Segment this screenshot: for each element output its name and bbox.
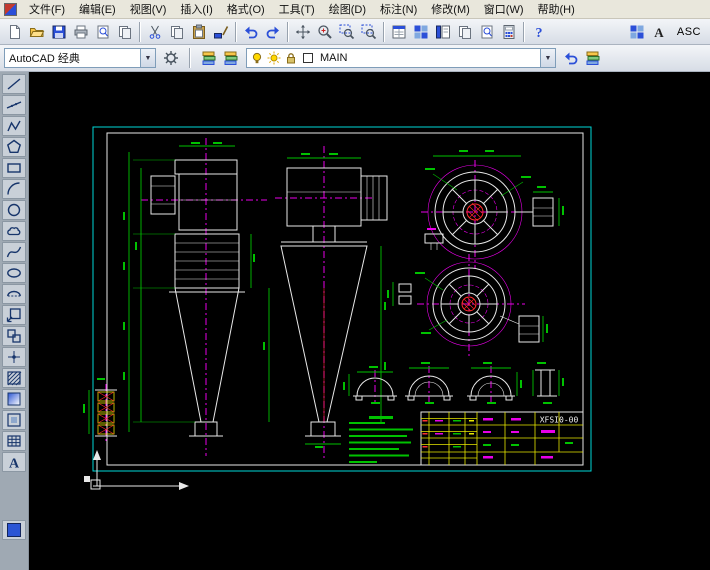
construction-line-icon[interactable] — [2, 95, 26, 115]
workspace-value: AutoCAD 经典 — [9, 53, 80, 65]
design-center-icon[interactable] — [410, 21, 432, 43]
menu-item-1[interactable]: 文件(F) — [22, 0, 72, 19]
rectangle-icon[interactable] — [2, 158, 26, 178]
ellipse-icon[interactable] — [2, 263, 26, 283]
workspace-dropdown-arrow-icon[interactable]: ▼ — [140, 49, 155, 67]
title-block-code: XFSI0-00 — [540, 416, 579, 425]
layer-on-bulb-icon[interactable] — [250, 51, 264, 65]
sheet-set-manager-icon[interactable] — [454, 21, 476, 43]
plot-preview-icon[interactable] — [92, 21, 114, 43]
layer-previous-icon[interactable] — [560, 47, 582, 69]
menu-bar: 文件(F) 编辑(E) 视图(V) 插入(I) 格式(O) 工具(T) 绘图(D) 标注(N)… — [0, 0, 710, 19]
draw-toolbar — [0, 72, 29, 570]
paste-icon[interactable] — [188, 21, 210, 43]
layer-properties-icon[interactable] — [198, 47, 220, 69]
menu-item-4[interactable]: 插入(I) — [173, 0, 219, 19]
menu-item-6[interactable]: 工具(T) — [272, 0, 322, 19]
make-object-layer-current-icon[interactable] — [582, 47, 604, 69]
workspace-dropdown[interactable]: AutoCAD 经典 ▼ — [4, 48, 156, 68]
gradient-icon[interactable] — [2, 389, 26, 409]
copy-icon[interactable] — [166, 21, 188, 43]
redo-icon[interactable] — [262, 21, 284, 43]
layer-freeze-sun-icon[interactable] — [267, 51, 281, 65]
circle-icon[interactable] — [2, 200, 26, 220]
autocad-window: 文件(F) 编辑(E) 视图(V) 插入(I) 格式(O) 工具(T) 绘图(D) 标注(N)… — [0, 0, 710, 570]
menu-item-7[interactable]: 绘图(D) — [322, 0, 373, 19]
zoom-window-icon[interactable] — [336, 21, 358, 43]
layer-dropdown[interactable]: MAIN ▼ — [246, 48, 556, 68]
layer-color-swatch-icon — [303, 53, 313, 63]
menu-item-11[interactable]: 帮助(H) — [531, 0, 582, 19]
toolbar-separator — [287, 21, 289, 42]
layer-states-icon[interactable] — [220, 47, 242, 69]
cyclone-side-view — [263, 146, 388, 458]
workspace-settings-icon[interactable] — [160, 47, 182, 69]
app-icon[interactable] — [4, 2, 17, 16]
ellipse-arc-icon[interactable] — [2, 284, 26, 304]
layers-toolbar: AutoCAD 经典 ▼ MAIN ▼ — [0, 45, 710, 72]
asc-indicator: ASC — [676, 25, 701, 38]
markup-set-manager-icon[interactable] — [476, 21, 498, 43]
menu-item-3[interactable]: 视图(V) — [123, 0, 174, 19]
toolbar-separator — [383, 21, 385, 42]
impeller-top-view-2 — [387, 254, 548, 358]
impeller-top-view-1 — [421, 150, 564, 268]
save-icon[interactable] — [48, 21, 70, 43]
toolbar-separator — [139, 21, 141, 42]
revision-cloud-icon[interactable] — [2, 221, 26, 241]
pan-icon[interactable] — [292, 21, 314, 43]
toolbar-separator — [235, 21, 237, 42]
hatch-icon[interactable] — [2, 368, 26, 388]
support-detail — [83, 378, 117, 444]
plot-icon[interactable] — [70, 21, 92, 43]
text-style-icon[interactable] — [648, 21, 670, 43]
toolbar-separator — [189, 48, 191, 68]
standard-toolbar: ASC — [0, 19, 710, 45]
properties-icon[interactable] — [388, 21, 410, 43]
cyclone-front-view — [123, 138, 267, 456]
notes-block — [349, 416, 413, 463]
drawing-canvas[interactable]: XFSI0-00 — [29, 72, 710, 570]
undo-icon[interactable] — [240, 21, 262, 43]
make-block-icon[interactable] — [2, 326, 26, 346]
layer-dropdown-arrow-icon[interactable]: ▼ — [540, 49, 555, 67]
zoom-previous-icon[interactable] — [358, 21, 380, 43]
toolbar-separator — [523, 21, 525, 42]
cut-icon[interactable] — [144, 21, 166, 43]
region-icon[interactable] — [2, 410, 26, 430]
detail-views — [343, 362, 564, 404]
quick-calc-icon[interactable] — [498, 21, 520, 43]
table-icon[interactable] — [2, 431, 26, 451]
cad-drawing: XFSI0-00 — [83, 126, 592, 490]
insert-block-icon[interactable] — [2, 305, 26, 325]
tool-palettes-icon[interactable] — [432, 21, 454, 43]
viewports-icon[interactable] — [626, 21, 648, 43]
color-swatch-icon[interactable] — [2, 520, 26, 540]
spline-icon[interactable] — [2, 242, 26, 262]
polygon-icon[interactable] — [2, 137, 26, 157]
publish-icon[interactable] — [114, 21, 136, 43]
open-icon[interactable] — [26, 21, 48, 43]
menu-item-9[interactable]: 修改(M) — [424, 0, 477, 19]
title-block: XFSI0-00 — [420, 411, 584, 466]
arc-icon[interactable] — [2, 179, 26, 199]
help-icon[interactable] — [528, 21, 550, 43]
menu-item-8[interactable]: 标注(N) — [373, 0, 424, 19]
menu-item-5[interactable]: 格式(O) — [220, 0, 272, 19]
menu-item-10[interactable]: 窗口(W) — [477, 0, 531, 19]
point-icon[interactable] — [2, 347, 26, 367]
multiline-text-icon[interactable] — [2, 452, 26, 472]
zoom-realtime-icon[interactable] — [314, 21, 336, 43]
menu-item-2[interactable]: 编辑(E) — [72, 0, 123, 19]
line-icon[interactable] — [2, 74, 26, 94]
current-layer-name: MAIN — [320, 52, 348, 64]
match-properties-icon[interactable] — [210, 21, 232, 43]
polyline-icon[interactable] — [2, 116, 26, 136]
new-file-icon[interactable] — [4, 21, 26, 43]
layer-lock-icon[interactable] — [284, 51, 298, 65]
ucs-icon — [84, 450, 189, 490]
